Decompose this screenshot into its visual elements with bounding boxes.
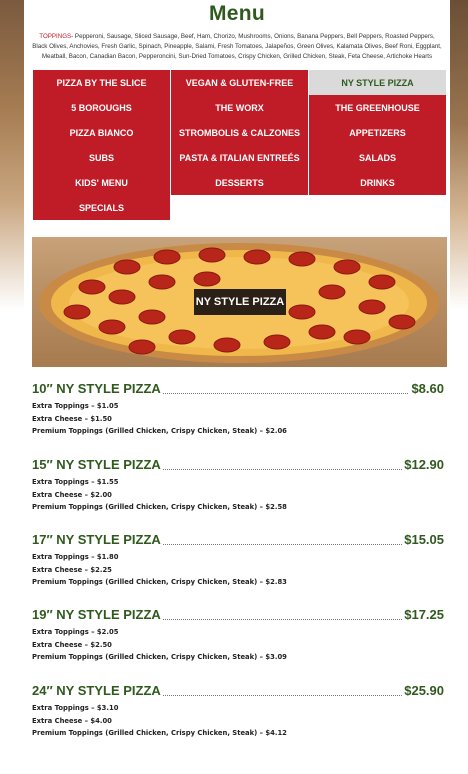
category-strombolis-calzones[interactable]: STROMBOLIS & CALZONES: [171, 120, 308, 145]
category-subs[interactable]: SUBS: [33, 145, 170, 170]
item-option: Premium Toppings (Grilled Chicken, Crisp…: [32, 503, 287, 512]
item-option: Extra Toppings – $3.10: [32, 704, 119, 712]
item-name: 24″ NY STYLE PIZZA: [32, 682, 163, 700]
category-kids-menu[interactable]: KIDS' MENU: [33, 170, 170, 195]
item-option: Extra Cheese – $2.00: [32, 490, 112, 499]
toppings-label: TOPPINGS: [39, 33, 72, 40]
item-price: $25.90: [402, 682, 444, 700]
item-name: 19″ NY STYLE PIZZA: [32, 606, 163, 624]
item-price: $17.25: [402, 606, 444, 624]
page-title: Menu: [208, 2, 266, 25]
item-option: Extra Toppings – $1.05: [32, 402, 119, 410]
item-name: 10″ NY STYLE PIZZA: [32, 380, 163, 398]
category-drinks[interactable]: DRINKS: [309, 170, 446, 195]
item-option: Extra Cheese – $2.50: [32, 640, 112, 649]
item-option: Premium Toppings (Grilled Chicken, Crisp…: [32, 427, 287, 436]
menu-page: Menu TOPPINGS- Pepperoni, Sausage, Slice…: [24, 0, 450, 774]
item-option: Extra Toppings – $2.05: [32, 628, 119, 636]
menu-item: 15″ NY STYLE PIZZA $12.90 Extra Toppings…: [32, 456, 444, 514]
hero-image: NY STYLE PIZZA: [32, 237, 447, 367]
menu-item: 10″ NY STYLE PIZZA $8.60 Extra Toppings …: [32, 380, 444, 438]
item-option: Premium Toppings (Grilled Chicken, Crisp…: [32, 653, 287, 662]
item-option: Extra Toppings – $1.80: [32, 553, 119, 561]
category-vegan-gluten-free[interactable]: VEGAN & GLUTEN-FREE: [171, 70, 308, 95]
item-price: $15.05: [402, 531, 444, 549]
category-ny-style-pizza[interactable]: NY STYLE PIZZA: [309, 70, 446, 95]
category-pizza-by-the-slice[interactable]: PIZZA BY THE SLICE: [33, 70, 170, 95]
item-name: 15″ NY STYLE PIZZA: [32, 456, 163, 474]
category-appetizers[interactable]: APPETIZERS: [309, 120, 446, 145]
item-option: Extra Cheese – $1.50: [32, 414, 112, 423]
category-5-boroughs[interactable]: 5 BOROUGHS: [33, 95, 170, 120]
toppings-list: TOPPINGS- Pepperoni, Sausage, Sliced Sau…: [32, 32, 442, 63]
category-pasta-italian-entrees[interactable]: PASTA & ITALIAN ENTREÉS: [171, 145, 308, 170]
item-option: Extra Cheese – $2.25: [32, 565, 112, 574]
category-menu: PIZZA BY THE SLICE VEGAN & GLUTEN-FREE N…: [33, 70, 446, 220]
item-option: Premium Toppings (Grilled Chicken, Crisp…: [32, 578, 287, 587]
item-option: Extra Toppings – $1.55: [32, 478, 119, 486]
menu-item: 24″ NY STYLE PIZZA $25.90 Extra Toppings…: [32, 682, 444, 740]
item-option: Premium Toppings (Grilled Chicken, Crisp…: [32, 729, 287, 738]
menu-item: 17″ NY STYLE PIZZA $15.05 Extra Toppings…: [32, 531, 444, 589]
item-price: $8.60: [409, 380, 444, 398]
category-the-greenhouse[interactable]: THE GREENHOUSE: [309, 95, 446, 120]
category-specials[interactable]: SPECIALS: [33, 195, 170, 220]
category-pizza-bianco[interactable]: PIZZA BIANCO: [33, 120, 170, 145]
category-salads[interactable]: SALADS: [309, 145, 446, 170]
hero-caption: NY STYLE PIZZA: [194, 289, 286, 315]
menu-item: 19″ NY STYLE PIZZA $17.25 Extra Toppings…: [32, 606, 444, 664]
item-name: 17″ NY STYLE PIZZA: [32, 531, 163, 549]
item-option: Extra Cheese – $4.00: [32, 716, 112, 725]
category-desserts[interactable]: DESSERTS: [171, 170, 308, 195]
item-price: $12.90: [402, 456, 444, 474]
toppings-text: - Pepperoni, Sausage, Sliced Sausage, Be…: [32, 33, 442, 61]
category-the-worx[interactable]: THE WORX: [171, 95, 308, 120]
